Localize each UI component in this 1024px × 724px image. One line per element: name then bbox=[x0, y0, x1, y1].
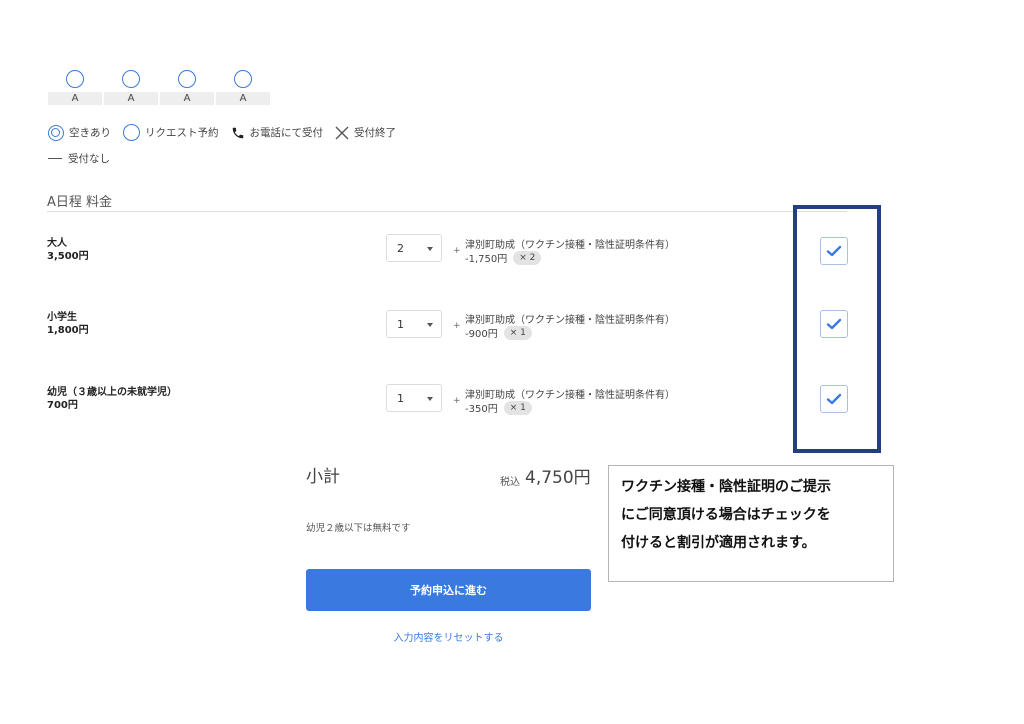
ticket-price: 700円 bbox=[47, 400, 78, 411]
slot-label: A bbox=[48, 92, 102, 105]
quantity-select-adult[interactable]: 2 bbox=[386, 234, 442, 262]
subsidy-price: -900円 bbox=[465, 329, 498, 340]
plus-icon: + bbox=[453, 396, 461, 406]
check-icon bbox=[826, 318, 842, 330]
legend-request-label: リクエスト予約 bbox=[145, 127, 219, 139]
legend-closed-label: 受付終了 bbox=[354, 127, 396, 139]
legend-row-2: 受付なし bbox=[48, 151, 122, 166]
legend-phone-label: お電話にて受付 bbox=[249, 127, 324, 139]
dash-icon bbox=[48, 157, 62, 160]
reset-link[interactable]: 入力内容をリセットする bbox=[306, 629, 591, 644]
legend-none: 受付なし bbox=[48, 151, 110, 166]
section-title: A日程 料金 bbox=[47, 195, 113, 210]
annotation-box: ワクチン接種・陰性証明のご提示 にご同意頂ける場合はチェックを 付けると割引が適… bbox=[608, 465, 894, 582]
legend-request: リクエスト予約 bbox=[123, 124, 219, 141]
phone-icon bbox=[232, 127, 243, 138]
available-circle-icon bbox=[66, 70, 84, 88]
ticket-name: 小学生 bbox=[47, 312, 77, 323]
subsidy-checkbox-elementary[interactable] bbox=[820, 310, 848, 338]
legend-none-label: 受付なし bbox=[68, 153, 110, 165]
subsidy-name: 津別町助成（ワクチン接種・陰性証明条件有） bbox=[465, 390, 675, 401]
x-icon bbox=[335, 126, 349, 139]
slot-label: A bbox=[216, 92, 270, 105]
slot-2[interactable]: A bbox=[104, 70, 158, 105]
price-row-adult: 大人 3,500円 bbox=[47, 237, 89, 263]
subsidy-checkbox-adult[interactable] bbox=[820, 237, 848, 265]
annotation-line: ワクチン接種・陰性証明のご提示 bbox=[621, 479, 831, 495]
circle-icon bbox=[123, 124, 140, 141]
available-circle-icon bbox=[178, 70, 196, 88]
slot-label: A bbox=[104, 92, 158, 105]
divider bbox=[47, 211, 847, 212]
available-circle-icon bbox=[234, 70, 252, 88]
legend: 空きあり リクエスト予約 お電話にて受付 受付終了 bbox=[48, 124, 408, 141]
subsidy-price-row: -900円 × 1 bbox=[465, 325, 532, 340]
available-circle-icon bbox=[122, 70, 140, 88]
subsidy-name: 津別町助成（ワクチン接種・陰性証明条件有） bbox=[465, 315, 675, 326]
quantity-value: 1 bbox=[397, 392, 404, 405]
legend-available: 空きあり bbox=[48, 124, 111, 141]
multiplier-badge: × 1 bbox=[503, 325, 532, 340]
subsidy-price-row: -350円 × 1 bbox=[465, 400, 532, 415]
quantity-value: 2 bbox=[397, 242, 404, 255]
ticket-name: 幼児（３歳以上の未就学児） bbox=[47, 387, 177, 398]
plus-icon: + bbox=[453, 246, 461, 256]
multiplier-badge: × 2 bbox=[513, 250, 542, 265]
slot-3[interactable]: A bbox=[160, 70, 214, 105]
ticket-name: 大人 bbox=[47, 238, 67, 249]
quantity-select-preschool[interactable]: 1 bbox=[386, 384, 442, 412]
annotation-line: にご同意頂ける場合はチェックを bbox=[621, 507, 831, 523]
subsidy-checkbox-preschool[interactable] bbox=[820, 385, 848, 413]
plus-icon: + bbox=[453, 321, 461, 331]
multiplier-badge: × 1 bbox=[503, 400, 532, 415]
caret-down-icon bbox=[427, 397, 433, 401]
legend-phone: お電話にて受付 bbox=[231, 125, 324, 140]
subsidy-price-row: -1,750円 × 2 bbox=[465, 250, 542, 265]
check-icon bbox=[826, 245, 842, 257]
proceed-button[interactable]: 予約申込に進む bbox=[306, 569, 591, 611]
ticket-price: 3,500円 bbox=[47, 251, 89, 262]
legend-closed: 受付終了 bbox=[335, 125, 396, 140]
quantity-select-elementary[interactable]: 1 bbox=[386, 310, 442, 338]
subsidy-name: 津別町助成（ワクチン接種・陰性証明条件有） bbox=[465, 240, 675, 251]
double-circle-icon bbox=[48, 124, 64, 141]
legend-available-label: 空きあり bbox=[69, 127, 111, 139]
subtotal-label: 小計 bbox=[306, 467, 340, 487]
caret-down-icon bbox=[427, 247, 433, 251]
price-row-preschool: 幼児（３歳以上の未就学児） 700円 bbox=[47, 386, 177, 412]
slot-1[interactable]: A bbox=[48, 70, 102, 105]
subsidy-price: -350円 bbox=[465, 404, 498, 415]
slot-label: A bbox=[160, 92, 214, 105]
subsidy-price: -1,750円 bbox=[465, 254, 508, 265]
price-row-elementary: 小学生 1,800円 bbox=[47, 311, 89, 337]
caret-down-icon bbox=[427, 323, 433, 327]
quantity-value: 1 bbox=[397, 318, 404, 331]
annotation-line: 付けると割引が適用されます。 bbox=[621, 535, 816, 551]
total-amount: 4,750円 bbox=[525, 468, 591, 488]
ticket-price: 1,800円 bbox=[47, 325, 89, 336]
check-icon bbox=[826, 393, 842, 405]
free-note: 幼児２歳以下は無料です bbox=[306, 523, 411, 534]
tax-label: 税込 bbox=[500, 477, 520, 488]
slot-4[interactable]: A bbox=[216, 70, 270, 105]
